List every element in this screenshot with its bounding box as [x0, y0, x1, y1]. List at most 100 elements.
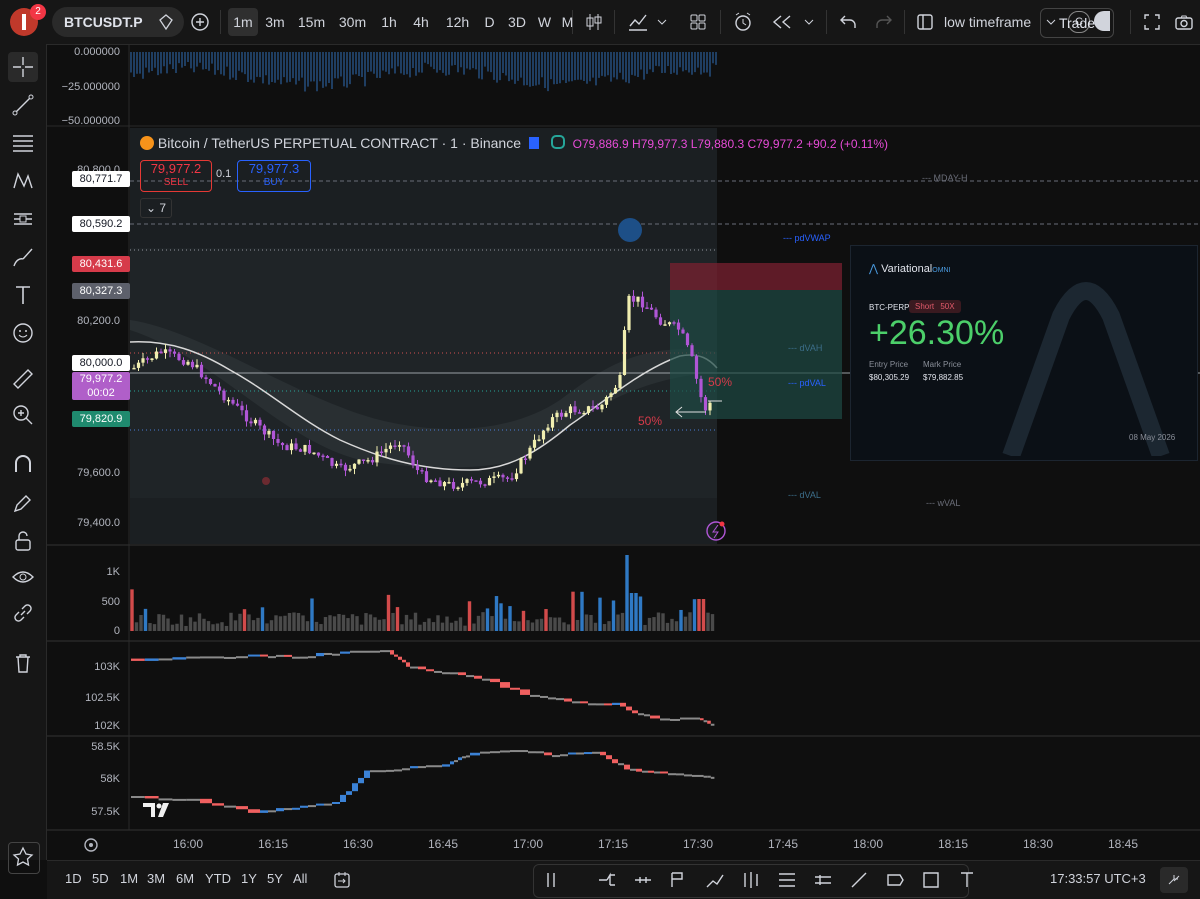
range-1m[interactable]: 1M — [120, 871, 138, 886]
candle — [433, 480, 438, 482]
target-price-label[interactable]: 79,820.9 — [72, 411, 130, 427]
candle — [465, 479, 469, 483]
timeframe-1h[interactable]: 1h — [374, 8, 404, 36]
timeframe-15m[interactable]: 15m — [292, 8, 331, 36]
trade-button[interactable]: Trade — [1040, 8, 1114, 38]
range-1y[interactable]: 1Y — [241, 871, 257, 886]
timeframe-M[interactable]: M — [557, 8, 578, 36]
timeframe-D[interactable]: D — [479, 8, 500, 36]
timeframe-W[interactable]: W — [534, 8, 555, 36]
event-marker[interactable] — [618, 218, 642, 242]
indicator-step — [710, 723, 715, 726]
timeframe-3m[interactable]: 3m — [260, 8, 290, 36]
indicator-step — [236, 806, 248, 810]
ray-icon[interactable] — [848, 869, 870, 891]
buy-button[interactable]: 79,977.3 BUY — [237, 160, 311, 192]
rectangle-icon[interactable] — [920, 869, 942, 891]
emoji-tool[interactable] — [8, 318, 38, 348]
hline-label-1[interactable]: 80,771.7 — [72, 171, 130, 187]
layout-name[interactable]: low timeframe — [944, 8, 1040, 36]
layout-button[interactable] — [912, 8, 938, 36]
price-label-icon[interactable] — [884, 869, 906, 891]
symbol-search[interactable]: BTCUSDT.P — [52, 7, 184, 37]
ruler-tool[interactable] — [8, 364, 38, 394]
visibility-tool[interactable] — [8, 562, 38, 592]
go-to-date-button[interactable] — [333, 871, 351, 892]
layouts-button[interactable] — [684, 8, 712, 36]
brush-tool[interactable] — [8, 242, 38, 272]
indicator-step — [378, 770, 386, 773]
forecast-tool[interactable] — [8, 204, 38, 234]
hline-label-2[interactable]: 80,590.2 — [72, 216, 130, 232]
indicators-collapse-button[interactable]: ⌄ 7 — [140, 198, 172, 218]
lock-drawing-tool[interactable] — [8, 488, 38, 518]
range-ytd[interactable]: YTD — [205, 871, 231, 886]
chart-type-button[interactable] — [580, 8, 608, 36]
range-all[interactable]: All — [293, 871, 307, 886]
alert-button[interactable] — [730, 8, 756, 36]
candle — [451, 481, 456, 489]
range-5d[interactable]: 5D — [92, 871, 109, 886]
stop-zone[interactable] — [670, 263, 842, 290]
timeframe-30m[interactable]: 30m — [333, 8, 372, 36]
replay-button[interactable] — [770, 8, 794, 36]
range-6m[interactable]: 6M — [176, 871, 194, 886]
link-tool[interactable] — [8, 598, 38, 628]
entry-price-label[interactable]: 80,327.3 — [72, 283, 130, 299]
signal-dot — [262, 477, 270, 485]
fib-extension-icon[interactable] — [668, 869, 690, 891]
pattern-tool[interactable] — [8, 166, 38, 196]
delete-drawings-tool[interactable] — [8, 648, 38, 678]
pnl-card: ⋀ VariationalOMNI BTC-PERP Short 50X +26… — [850, 245, 1198, 461]
text-tool[interactable] — [8, 280, 38, 310]
long-position-icon[interactable] — [596, 869, 618, 891]
round-level-label[interactable]: 80,000.0 — [72, 355, 130, 371]
timeframe-3D[interactable]: 3D — [502, 8, 532, 36]
indicator-step — [660, 718, 670, 721]
trend-line-tool[interactable] — [8, 90, 38, 120]
path-icon[interactable] — [704, 869, 726, 891]
channel-icon[interactable] — [812, 869, 834, 891]
undo-button[interactable] — [836, 8, 860, 36]
indicators-dropdown[interactable] — [654, 8, 670, 36]
range-1d[interactable]: 1D — [65, 871, 82, 886]
time-label: 16:00 — [172, 837, 204, 851]
range-5y[interactable]: 5Y — [267, 871, 283, 886]
horizontal-lines-icon[interactable] — [776, 869, 798, 891]
fib-tool[interactable] — [8, 128, 38, 158]
zoom-tool[interactable] — [8, 400, 38, 430]
unlock-tool[interactable] — [8, 526, 38, 556]
indicator-step — [710, 776, 715, 779]
fullscreen-button[interactable] — [1140, 8, 1164, 36]
favorites-tool[interactable] — [8, 842, 40, 874]
crosshair-tool[interactable] — [8, 52, 38, 82]
timeframe-4h[interactable]: 4h — [406, 8, 436, 36]
camera-icon — [1175, 15, 1193, 30]
magnet-tool[interactable] — [8, 450, 38, 480]
settings-icon[interactable] — [84, 838, 98, 852]
candle-pattern-icon[interactable] — [740, 869, 762, 891]
maximize-button[interactable] — [1160, 867, 1188, 893]
chart-legend[interactable]: Bitcoin / TetherUS PERPETUAL CONTRACT · … — [140, 135, 888, 151]
indicator-step — [596, 703, 604, 706]
replay-dropdown[interactable] — [802, 8, 816, 36]
current-price-label[interactable]: 79,977.2 00:02 — [72, 372, 130, 400]
timeframe-1m[interactable]: 1m — [228, 8, 258, 36]
sell-button[interactable]: 79,977.2 SELL — [140, 160, 212, 192]
clock[interactable]: 17:33:57 UTC+3 — [1050, 871, 1146, 886]
volume-bar — [638, 596, 643, 631]
snapshot-button[interactable] — [1172, 8, 1196, 36]
measure-icon[interactable] — [632, 869, 654, 891]
redo-button[interactable] — [872, 8, 896, 36]
user-avatar[interactable]: 2 — [10, 4, 46, 36]
range-3m[interactable]: 3M — [147, 871, 165, 886]
target-zone[interactable] — [670, 290, 842, 419]
time-label: 17:30 — [682, 837, 714, 851]
stop-price-label[interactable]: 80,431.6 — [72, 256, 130, 272]
volume-bar — [395, 607, 400, 631]
text-icon[interactable] — [956, 869, 978, 891]
timeframe-12h[interactable]: 12h — [438, 8, 477, 36]
indicators-button[interactable] — [624, 8, 652, 36]
indicator-step — [624, 764, 630, 770]
add-symbol-button[interactable] — [188, 8, 212, 36]
